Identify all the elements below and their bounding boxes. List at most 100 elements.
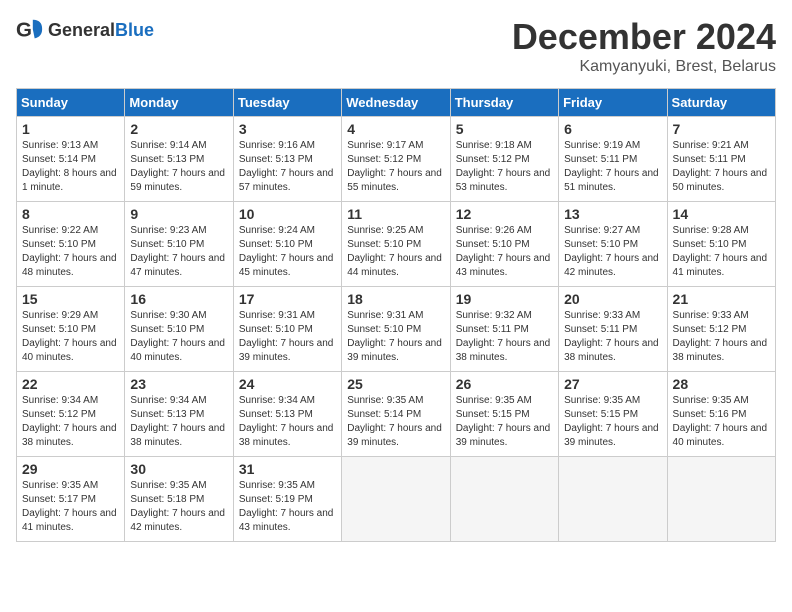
header-wednesday: Wednesday xyxy=(342,89,450,117)
header-monday: Monday xyxy=(125,89,233,117)
table-row: 10 Sunrise: 9:24 AM Sunset: 5:10 PM Dayl… xyxy=(233,202,341,287)
day-info: Sunrise: 9:30 AM Sunset: 5:10 PM Dayligh… xyxy=(130,309,227,365)
table-row: 1 Sunrise: 9:13 AM Sunset: 5:14 PM Dayli… xyxy=(17,117,125,202)
table-row: 27 Sunrise: 9:35 AM Sunset: 5:15 PM Dayl… xyxy=(559,372,667,457)
day-number: 15 xyxy=(22,291,119,307)
table-row: 22 Sunrise: 9:34 AM Sunset: 5:12 PM Dayl… xyxy=(17,372,125,457)
logo-general-text: General xyxy=(48,20,115,40)
day-number: 16 xyxy=(130,291,227,307)
day-number: 18 xyxy=(347,291,444,307)
table-row: 2 Sunrise: 9:14 AM Sunset: 5:13 PM Dayli… xyxy=(125,117,233,202)
day-number: 7 xyxy=(673,121,770,137)
day-number: 9 xyxy=(130,206,227,222)
day-number: 20 xyxy=(564,291,661,307)
day-info: Sunrise: 9:26 AM Sunset: 5:10 PM Dayligh… xyxy=(456,224,553,280)
day-info: Sunrise: 9:35 AM Sunset: 5:19 PM Dayligh… xyxy=(239,479,336,535)
day-number: 22 xyxy=(22,376,119,392)
day-number: 24 xyxy=(239,376,336,392)
day-number: 31 xyxy=(239,461,336,477)
header-thursday: Thursday xyxy=(450,89,558,117)
calendar-week-row: 1 Sunrise: 9:13 AM Sunset: 5:14 PM Dayli… xyxy=(17,117,776,202)
day-info: Sunrise: 9:33 AM Sunset: 5:12 PM Dayligh… xyxy=(673,309,770,365)
table-row: 13 Sunrise: 9:27 AM Sunset: 5:10 PM Dayl… xyxy=(559,202,667,287)
day-info: Sunrise: 9:17 AM Sunset: 5:12 PM Dayligh… xyxy=(347,139,444,195)
day-info: Sunrise: 9:35 AM Sunset: 5:18 PM Dayligh… xyxy=(130,479,227,535)
table-row: 19 Sunrise: 9:32 AM Sunset: 5:11 PM Dayl… xyxy=(450,287,558,372)
day-number: 12 xyxy=(456,206,553,222)
calendar-week-row: 22 Sunrise: 9:34 AM Sunset: 5:12 PM Dayl… xyxy=(17,372,776,457)
day-info: Sunrise: 9:35 AM Sunset: 5:15 PM Dayligh… xyxy=(564,394,661,450)
day-info: Sunrise: 9:31 AM Sunset: 5:10 PM Dayligh… xyxy=(239,309,336,365)
day-number: 30 xyxy=(130,461,227,477)
header-saturday: Saturday xyxy=(667,89,775,117)
day-info: Sunrise: 9:35 AM Sunset: 5:16 PM Dayligh… xyxy=(673,394,770,450)
table-row: 31 Sunrise: 9:35 AM Sunset: 5:19 PM Dayl… xyxy=(233,457,341,542)
table-row: 17 Sunrise: 9:31 AM Sunset: 5:10 PM Dayl… xyxy=(233,287,341,372)
day-number: 28 xyxy=(673,376,770,392)
title-area: December 2024 Kamyanyuki, Brest, Belarus xyxy=(512,16,776,76)
table-row: 18 Sunrise: 9:31 AM Sunset: 5:10 PM Dayl… xyxy=(342,287,450,372)
day-info: Sunrise: 9:32 AM Sunset: 5:11 PM Dayligh… xyxy=(456,309,553,365)
day-info: Sunrise: 9:14 AM Sunset: 5:13 PM Dayligh… xyxy=(130,139,227,195)
day-info: Sunrise: 9:13 AM Sunset: 5:14 PM Dayligh… xyxy=(22,139,119,195)
day-number: 13 xyxy=(564,206,661,222)
page-header: G GeneralBlue December 2024 Kamyanyuki, … xyxy=(16,16,776,76)
day-number: 21 xyxy=(673,291,770,307)
month-title: December 2024 xyxy=(512,16,776,58)
table-row: 7 Sunrise: 9:21 AM Sunset: 5:11 PM Dayli… xyxy=(667,117,775,202)
day-number: 3 xyxy=(239,121,336,137)
table-row: 15 Sunrise: 9:29 AM Sunset: 5:10 PM Dayl… xyxy=(17,287,125,372)
day-number: 27 xyxy=(564,376,661,392)
logo-icon: G xyxy=(16,16,44,44)
calendar-week-row: 29 Sunrise: 9:35 AM Sunset: 5:17 PM Dayl… xyxy=(17,457,776,542)
day-number: 14 xyxy=(673,206,770,222)
day-number: 11 xyxy=(347,206,444,222)
table-row: 23 Sunrise: 9:34 AM Sunset: 5:13 PM Dayl… xyxy=(125,372,233,457)
table-row xyxy=(450,457,558,542)
day-info: Sunrise: 9:34 AM Sunset: 5:13 PM Dayligh… xyxy=(239,394,336,450)
weekday-header-row: Sunday Monday Tuesday Wednesday Thursday… xyxy=(17,89,776,117)
table-row xyxy=(667,457,775,542)
day-info: Sunrise: 9:29 AM Sunset: 5:10 PM Dayligh… xyxy=(22,309,119,365)
table-row xyxy=(342,457,450,542)
day-info: Sunrise: 9:16 AM Sunset: 5:13 PM Dayligh… xyxy=(239,139,336,195)
day-info: Sunrise: 9:21 AM Sunset: 5:11 PM Dayligh… xyxy=(673,139,770,195)
table-row: 8 Sunrise: 9:22 AM Sunset: 5:10 PM Dayli… xyxy=(17,202,125,287)
day-info: Sunrise: 9:35 AM Sunset: 5:15 PM Dayligh… xyxy=(456,394,553,450)
table-row: 12 Sunrise: 9:26 AM Sunset: 5:10 PM Dayl… xyxy=(450,202,558,287)
table-row: 20 Sunrise: 9:33 AM Sunset: 5:11 PM Dayl… xyxy=(559,287,667,372)
calendar-week-row: 15 Sunrise: 9:29 AM Sunset: 5:10 PM Dayl… xyxy=(17,287,776,372)
svg-text:G: G xyxy=(16,19,32,42)
day-info: Sunrise: 9:34 AM Sunset: 5:13 PM Dayligh… xyxy=(130,394,227,450)
day-number: 23 xyxy=(130,376,227,392)
day-info: Sunrise: 9:28 AM Sunset: 5:10 PM Dayligh… xyxy=(673,224,770,280)
table-row: 28 Sunrise: 9:35 AM Sunset: 5:16 PM Dayl… xyxy=(667,372,775,457)
day-number: 29 xyxy=(22,461,119,477)
day-info: Sunrise: 9:23 AM Sunset: 5:10 PM Dayligh… xyxy=(130,224,227,280)
header-tuesday: Tuesday xyxy=(233,89,341,117)
table-row: 26 Sunrise: 9:35 AM Sunset: 5:15 PM Dayl… xyxy=(450,372,558,457)
table-row: 4 Sunrise: 9:17 AM Sunset: 5:12 PM Dayli… xyxy=(342,117,450,202)
header-sunday: Sunday xyxy=(17,89,125,117)
day-info: Sunrise: 9:33 AM Sunset: 5:11 PM Dayligh… xyxy=(564,309,661,365)
day-number: 5 xyxy=(456,121,553,137)
table-row: 11 Sunrise: 9:25 AM Sunset: 5:10 PM Dayl… xyxy=(342,202,450,287)
day-info: Sunrise: 9:18 AM Sunset: 5:12 PM Dayligh… xyxy=(456,139,553,195)
day-number: 1 xyxy=(22,121,119,137)
day-number: 26 xyxy=(456,376,553,392)
location-title: Kamyanyuki, Brest, Belarus xyxy=(512,58,776,76)
day-number: 19 xyxy=(456,291,553,307)
header-friday: Friday xyxy=(559,89,667,117)
logo: G GeneralBlue xyxy=(16,16,154,44)
day-info: Sunrise: 9:34 AM Sunset: 5:12 PM Dayligh… xyxy=(22,394,119,450)
day-number: 4 xyxy=(347,121,444,137)
day-info: Sunrise: 9:27 AM Sunset: 5:10 PM Dayligh… xyxy=(564,224,661,280)
day-number: 25 xyxy=(347,376,444,392)
table-row: 14 Sunrise: 9:28 AM Sunset: 5:10 PM Dayl… xyxy=(667,202,775,287)
day-info: Sunrise: 9:35 AM Sunset: 5:14 PM Dayligh… xyxy=(347,394,444,450)
day-info: Sunrise: 9:25 AM Sunset: 5:10 PM Dayligh… xyxy=(347,224,444,280)
table-row: 21 Sunrise: 9:33 AM Sunset: 5:12 PM Dayl… xyxy=(667,287,775,372)
day-info: Sunrise: 9:22 AM Sunset: 5:10 PM Dayligh… xyxy=(22,224,119,280)
calendar-week-row: 8 Sunrise: 9:22 AM Sunset: 5:10 PM Dayli… xyxy=(17,202,776,287)
day-info: Sunrise: 9:24 AM Sunset: 5:10 PM Dayligh… xyxy=(239,224,336,280)
